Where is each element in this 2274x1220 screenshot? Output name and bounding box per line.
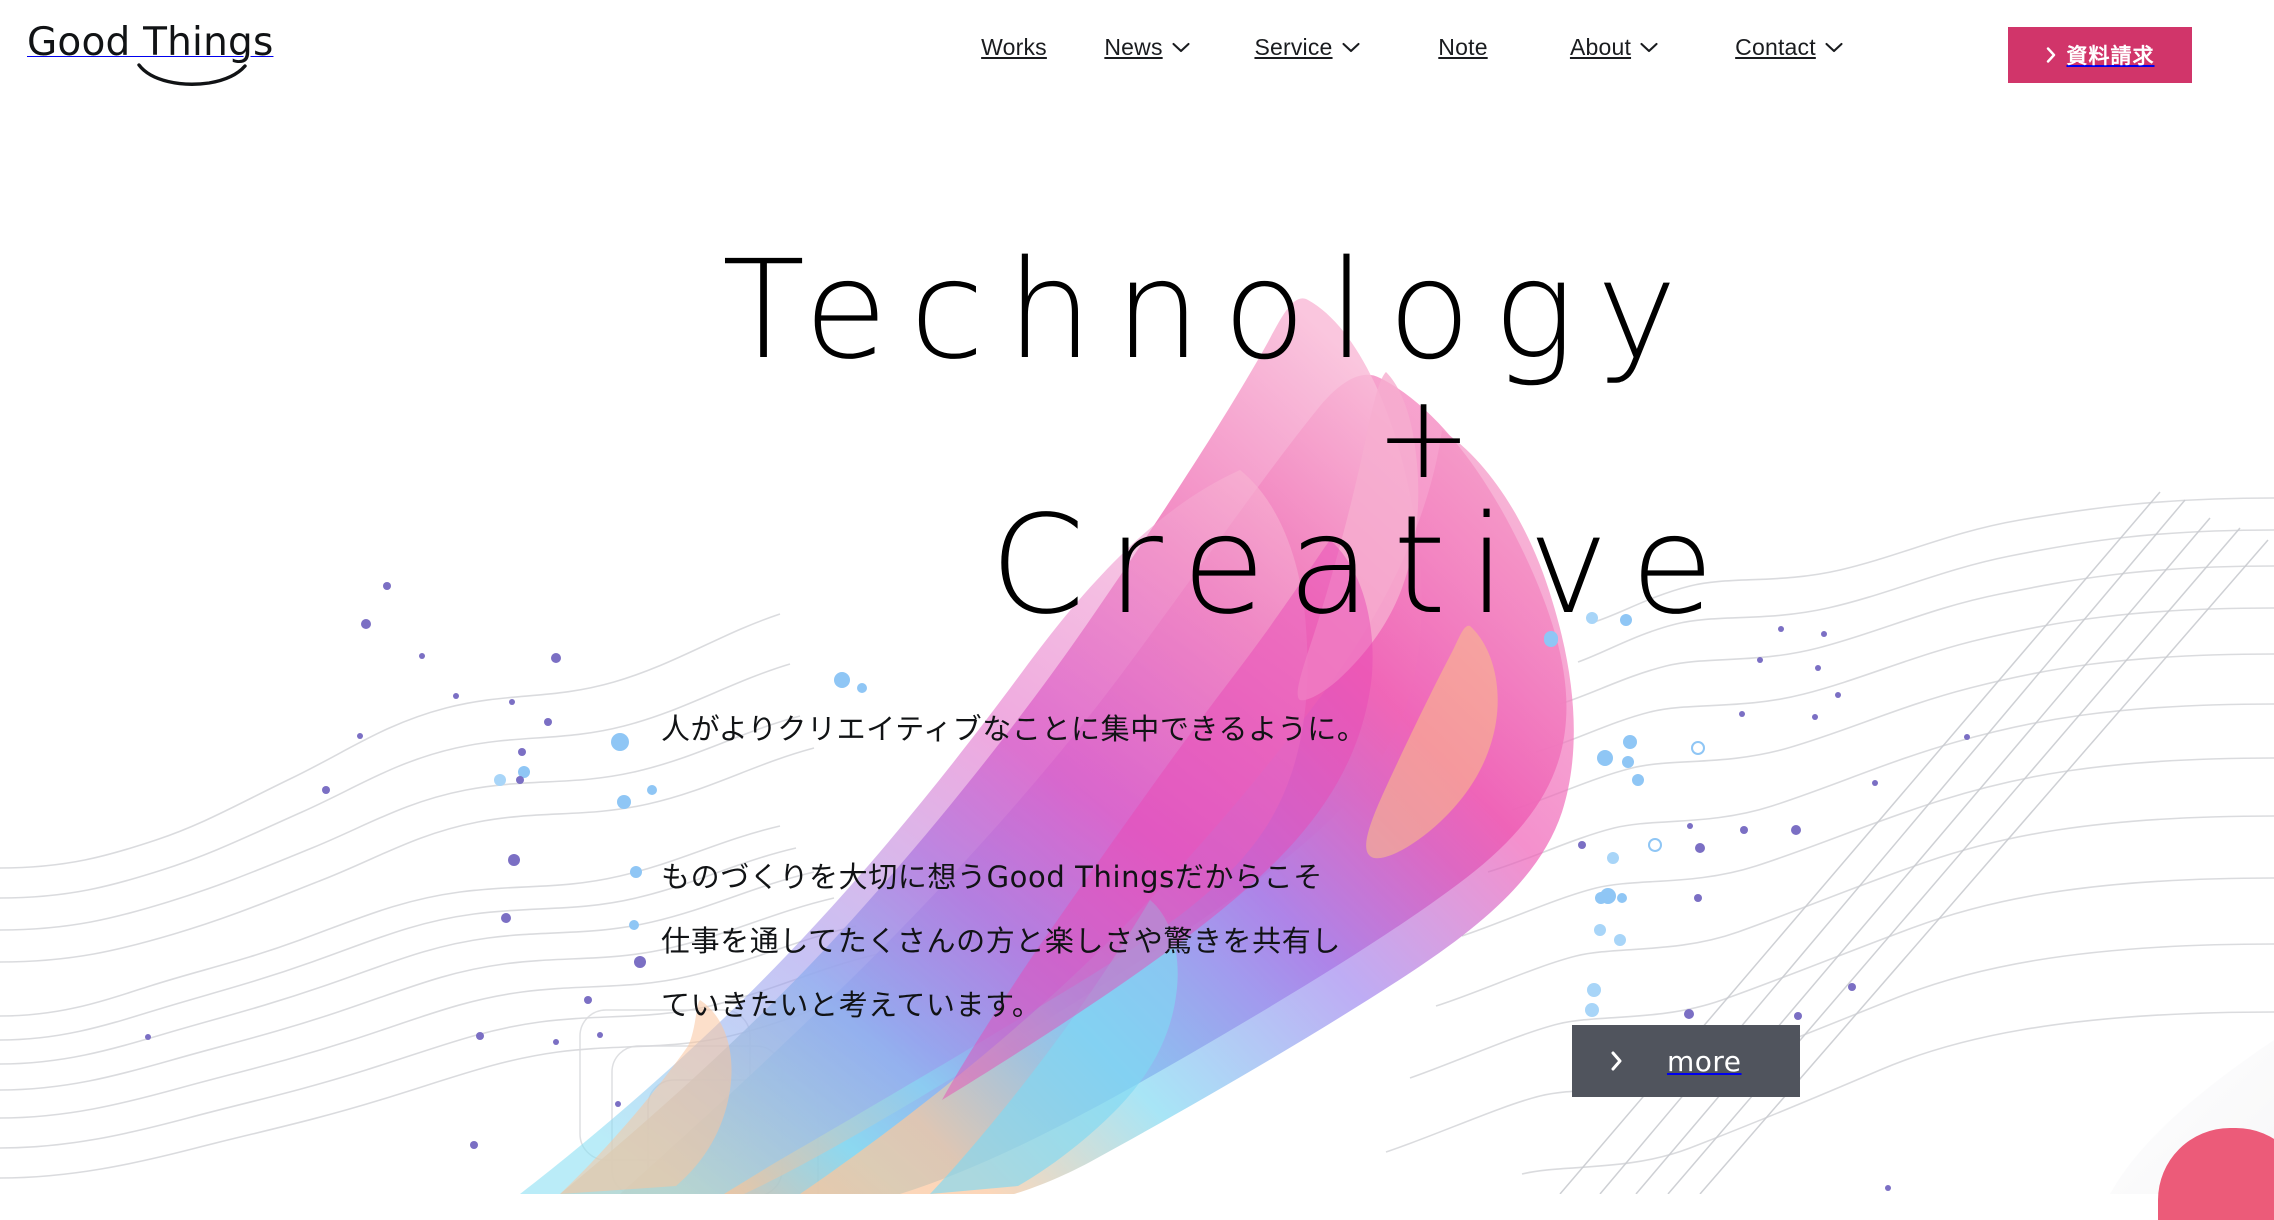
nav-label-contact: Contact [1735,34,1816,60]
hero-section: Technology + Creative 人がよりクリエイティブなことに集中で… [0,0,2274,1194]
nav-item-news[interactable]: News [1104,34,1190,61]
brand-logo[interactable]: Good Things [27,20,287,86]
nav-slot-about: About [1533,34,1695,61]
nav-item-note[interactable]: Note [1438,34,1487,61]
chevron-down-icon [1825,42,1843,53]
chevron-down-icon [1172,42,1190,53]
hero-title-line1: Technology [722,232,1700,390]
more-button[interactable]: more [1572,1025,1800,1097]
hero-body-line-1: ものづくりを大切に想うGood Thingsだからこそ [661,860,1323,894]
nav-label-works: Works [981,34,1047,60]
nav-label-news: News [1104,34,1163,60]
floating-corner-button[interactable] [2158,1128,2274,1220]
chevron-right-icon [1611,1051,1622,1071]
hero-body-line-3: ていきたいと考えています。 [661,988,1042,1022]
chevron-right-icon [2046,47,2055,63]
nav-slot-contact: Contact [1695,34,1883,61]
site-header: Good Things Works News Service Note Abou… [0,0,2274,96]
hero-body-line-2: 仕事を通してたくさんの方と楽しさや驚きを共有し [661,924,1341,958]
document-request-button[interactable]: 資料請求 [2008,27,2192,83]
chevron-down-icon [1640,42,1658,53]
nav-label-service: Service [1254,34,1333,60]
nav-item-service[interactable]: Service [1254,34,1360,61]
more-button-label: more [1667,1044,1742,1078]
chevron-down-icon [1341,42,1360,53]
brand-logo-text: Good Things [27,20,274,65]
nav-slot-service: Service [1221,34,1393,61]
nav-slot-works: Works [955,34,1073,61]
smile-swoosh-icon [137,63,247,86]
hero-lead-text: 人がよりクリエイティブなことに集中できるように。 [661,712,1367,746]
document-request-label: 資料請求 [2066,44,2155,68]
nav-item-works[interactable]: Works [981,34,1047,61]
hero-body-text: ものづくりを大切に想うGood Thingsだからこそ 仕事を通してたくさんの方… [661,845,1341,1037]
nav-label-about: About [1569,34,1632,60]
nav-slot-news: News [1073,34,1221,61]
hero-plus-symbol: + [1375,370,1473,505]
nav-label-note: Note [1438,34,1488,60]
nav-slot-note: Note [1393,34,1533,61]
nav-item-about[interactable]: About [1570,34,1658,61]
hero-title-line2: Creative [990,487,1737,645]
nav-item-contact[interactable]: Contact [1735,34,1843,61]
primary-navigation: Works News Service Note About Contact [955,34,1883,61]
